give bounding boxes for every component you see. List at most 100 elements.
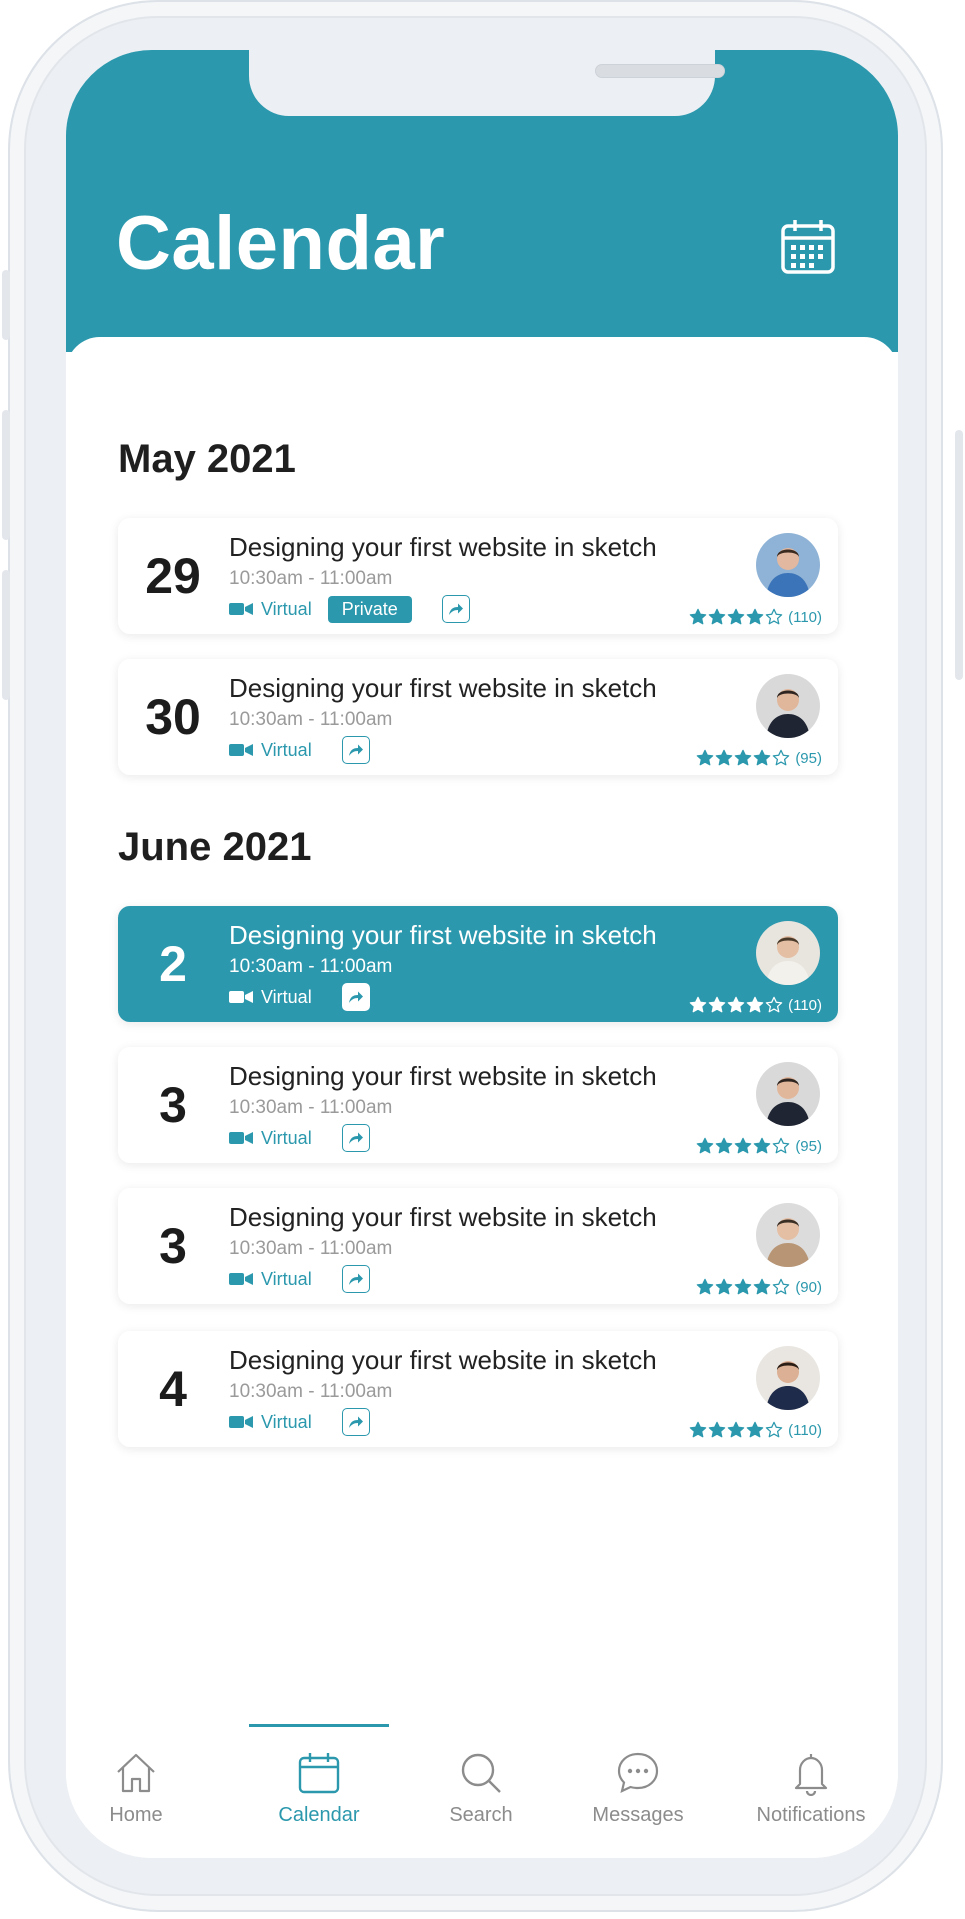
search-icon — [461, 1753, 501, 1793]
video-camera-icon — [229, 1416, 253, 1428]
rating-count: (110) — [788, 608, 822, 626]
rating-count: (95) — [795, 1137, 822, 1155]
tab-label: Calendar — [278, 1804, 360, 1826]
volume-up-button — [2, 410, 10, 540]
star-icon — [708, 996, 726, 1013]
rating-count: (95) — [795, 749, 822, 767]
video-camera-icon — [229, 1132, 253, 1144]
star-icon — [765, 608, 783, 625]
star-icon — [773, 1137, 790, 1154]
star-icon — [716, 1278, 733, 1295]
tab-label: Messages — [592, 1804, 684, 1826]
star-icon — [689, 996, 707, 1013]
page-title: Calendar — [116, 201, 446, 286]
event-mode-label: Virtual — [261, 1127, 312, 1148]
event-card[interactable]: 2 Designing your first website in sketch 1… — [118, 906, 838, 1022]
star-rating: (95) — [696, 749, 822, 767]
star-icon — [746, 1421, 764, 1438]
avatar — [756, 1062, 820, 1126]
event-time: 10:30am - 11:00am — [229, 1238, 393, 1259]
star-icon — [754, 1278, 771, 1295]
share-button[interactable] — [341, 1265, 370, 1293]
event-meta: Virtual — [229, 983, 370, 1011]
calendar-picker-button[interactable] — [780, 218, 836, 276]
tab-home[interactable]: Home — [66, 1750, 206, 1827]
chat-icon — [617, 1752, 659, 1793]
star-rating: (110) — [689, 996, 822, 1014]
share-button[interactable] — [341, 1124, 370, 1152]
tab-messages[interactable]: Messages — [568, 1750, 708, 1827]
share-button[interactable] — [341, 736, 370, 764]
star-icon — [716, 749, 733, 766]
rating-count: (110) — [788, 996, 822, 1014]
event-title: Designing your first website in sketch — [229, 1202, 657, 1232]
tab-label: Search — [449, 1804, 513, 1826]
header: Calendar — [66, 50, 898, 352]
event-time: 10:30am - 11:00am — [229, 709, 393, 730]
month-title: June 2021 — [118, 825, 312, 869]
avatar — [756, 1203, 820, 1267]
video-camera-icon — [229, 744, 253, 756]
star-icon — [708, 608, 726, 625]
calendar-content: May 2021 29 Designing your first website … — [66, 337, 898, 1537]
event-card[interactable]: 3 Designing your first website in sketch 1… — [118, 1047, 838, 1163]
private-badge: Private — [327, 595, 412, 623]
star-icon — [689, 608, 707, 625]
event-mode-label: Virtual — [261, 739, 312, 760]
star-icon — [697, 1137, 714, 1154]
event-time: 10:30am - 11:00am — [229, 956, 393, 977]
share-button[interactable] — [341, 983, 370, 1011]
star-icon — [773, 1278, 790, 1295]
home-icon — [117, 1753, 155, 1793]
event-mode-label: Virtual — [261, 1411, 312, 1432]
star-icon — [754, 1137, 771, 1154]
share-icon — [448, 603, 463, 615]
share-button[interactable] — [441, 595, 470, 623]
video-camera-icon — [229, 991, 253, 1003]
star-icon — [735, 749, 752, 766]
bell-icon — [794, 1754, 828, 1796]
event-title: Designing your first website in sketch — [229, 920, 657, 950]
rating-count: (110) — [788, 1421, 822, 1439]
month-title: May 2021 — [118, 437, 296, 481]
avatar — [756, 674, 820, 738]
star-icon — [689, 1421, 707, 1438]
event-date: 3 — [159, 1218, 187, 1274]
star-icon — [746, 996, 764, 1013]
calendar-icon — [781, 220, 835, 274]
star-icon — [708, 1421, 726, 1438]
avatar — [756, 921, 820, 985]
event-card[interactable]: 3 Designing your first website in sketch 1… — [118, 1188, 838, 1304]
avatar-image — [756, 533, 820, 597]
calendar-icon — [298, 1753, 340, 1794]
avatar-image — [756, 674, 820, 738]
share-button[interactable] — [341, 1408, 370, 1436]
tab-search[interactable]: Search — [411, 1750, 551, 1827]
mute-switch — [2, 270, 10, 340]
star-icon — [746, 608, 764, 625]
star-icon — [727, 996, 745, 1013]
event-date: 2 — [159, 936, 187, 992]
tab-notifications[interactable]: Notifications — [726, 1750, 896, 1827]
event-time: 10:30am - 11:00am — [229, 1097, 393, 1118]
star-icon — [697, 1278, 714, 1295]
event-date: 30 — [145, 689, 201, 745]
tab-calendar[interactable]: Calendar — [249, 1750, 389, 1827]
star-icon — [754, 749, 771, 766]
screen: Calendar May 2021 29 Designing your first… — [66, 50, 898, 1858]
video-camera-icon — [229, 1273, 253, 1285]
event-card[interactable]: 4 Designing your first website in sketch 1… — [118, 1331, 838, 1447]
event-date: 3 — [159, 1077, 187, 1133]
event-title: Designing your first website in sketch — [229, 673, 657, 703]
event-card[interactable]: 30 Designing your first website in sketch… — [118, 659, 838, 775]
event-meta: Virtual Private — [229, 595, 470, 623]
star-rating: (90) — [696, 1278, 822, 1296]
event-meta: Virtual — [229, 736, 370, 764]
active-tab-indicator — [249, 1724, 389, 1727]
event-title: Designing your first website in sketch — [229, 1345, 657, 1375]
event-card[interactable]: 29 Designing your first website in sketch… — [118, 518, 838, 634]
event-title: Designing your first website in sketch — [229, 1061, 657, 1091]
star-icon — [765, 996, 783, 1013]
event-title: Designing your first website in sketch — [229, 532, 657, 562]
volume-down-button — [2, 570, 10, 700]
